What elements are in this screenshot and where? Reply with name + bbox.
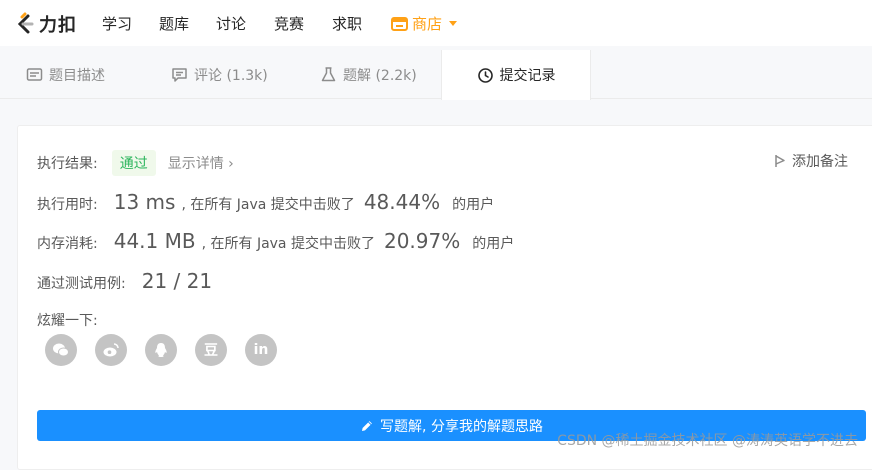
nav-item-learn[interactable]: 学习 xyxy=(102,13,132,34)
share-buttons: 豆 in xyxy=(45,334,277,366)
wechat-glyph xyxy=(53,343,69,357)
leetcode-logo-icon xyxy=(17,12,34,34)
status-badge: 通过 xyxy=(111,150,156,176)
runtime-label: 执行用时: xyxy=(37,197,98,213)
nav-item-discuss[interactable]: 讨论 xyxy=(216,13,246,34)
douban-glyph: 豆 xyxy=(204,343,218,359)
runtime-value: 13 ms xyxy=(113,190,176,214)
result-label: 执行结果: xyxy=(37,156,98,172)
description-icon xyxy=(26,68,43,81)
qq-icon[interactable] xyxy=(145,334,177,366)
tab-description[interactable]: 题目描述 xyxy=(26,50,105,99)
tab-label: 题解 (2.2k) xyxy=(343,67,417,84)
linkedin-glyph: in xyxy=(253,342,269,358)
nav-item-contest[interactable]: 竞赛 xyxy=(274,13,304,34)
store-label: 商店 xyxy=(412,15,443,33)
memory-label: 内存消耗: xyxy=(37,236,98,252)
comment-icon xyxy=(172,68,187,82)
clock-icon xyxy=(477,67,493,83)
add-note-button[interactable]: 添加备注 xyxy=(774,151,848,171)
tests-value: 21 / 21 xyxy=(141,269,213,293)
weibo-glyph xyxy=(103,343,119,357)
flask-icon xyxy=(321,67,336,82)
tab-comments[interactable]: 评论 (1.3k) xyxy=(171,50,268,99)
douban-icon[interactable]: 豆 xyxy=(195,334,227,366)
tab-label: 题目描述 xyxy=(49,67,105,84)
tab-submissions[interactable]: 提交记录 xyxy=(441,50,591,100)
memory-text: , 在所有 Java 提交中击败了 xyxy=(201,236,375,252)
tests-label: 通过测试用例: xyxy=(37,276,126,292)
add-note-label: 添加备注 xyxy=(792,154,848,170)
show-details-link[interactable]: 显示详情 › xyxy=(168,153,234,173)
runtime-percent: 48.44% xyxy=(363,190,441,214)
share-label: 炫耀一下: xyxy=(37,313,98,329)
nav-item-store[interactable]: 商店 xyxy=(391,13,458,34)
tab-solutions[interactable]: 题解 (2.2k) xyxy=(320,50,417,99)
question-tabbar: 题目描述 评论 (1.3k) 题解 (2.2k) 提交记录 xyxy=(0,50,872,100)
tests-row: 通过测试用例: 21 / 21 xyxy=(37,269,212,293)
watermark: CSDN @稀土掘金技术社区 @涛涛英语学不进去 xyxy=(557,433,858,449)
runtime-row: 执行用时: 13 ms , 在所有 Java 提交中击败了 48.44% 的用户 xyxy=(37,190,494,214)
runtime-text: , 在所有 Java 提交中击败了 xyxy=(181,197,355,213)
memory-suffix: 的用户 xyxy=(472,236,515,252)
memory-percent: 20.97% xyxy=(383,229,461,253)
chevron-down-icon xyxy=(449,21,458,26)
tab-label: 提交记录 xyxy=(499,68,556,84)
qq-glyph xyxy=(155,343,167,357)
weibo-icon[interactable] xyxy=(95,334,127,366)
write-solution-label: 写题解, 分享我的解题思路 xyxy=(380,418,543,435)
nav-item-jobs[interactable]: 求职 xyxy=(332,13,362,34)
top-navbar: 力扣 学习 题库 讨论 竞赛 求职 商店 xyxy=(0,0,872,46)
runtime-suffix: 的用户 xyxy=(452,197,495,213)
tab-label: 评论 (1.3k) xyxy=(194,67,268,84)
memory-row: 内存消耗: 44.1 MB , 在所有 Java 提交中击败了 20.97% 的… xyxy=(37,229,514,253)
wechat-icon[interactable] xyxy=(45,334,77,366)
logo-text: 力扣 xyxy=(39,15,77,36)
store-icon xyxy=(391,17,408,31)
result-row: 执行结果: 通过 显示详情 › xyxy=(37,150,234,176)
linkedin-icon[interactable]: in xyxy=(245,334,277,366)
flag-icon xyxy=(775,155,785,167)
submission-result-card: 执行结果: 通过 显示详情 › 添加备注 执行用时: 13 ms , 在所有 J… xyxy=(17,125,872,470)
leetcode-logo[interactable]: 力扣 xyxy=(14,11,77,37)
share-row: 炫耀一下: xyxy=(37,310,98,330)
pencil-icon xyxy=(362,420,372,431)
memory-value: 44.1 MB xyxy=(113,229,196,253)
nav-item-problemset[interactable]: 题库 xyxy=(159,13,189,34)
